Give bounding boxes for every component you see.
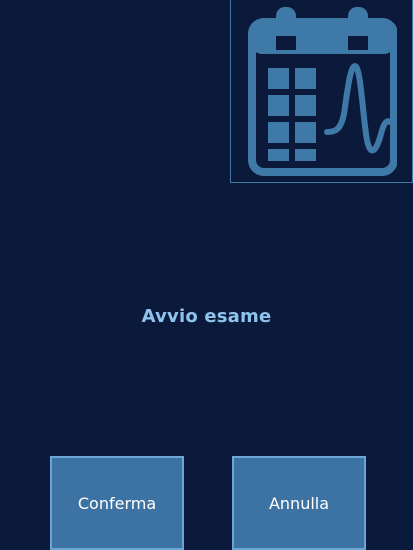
status-message: Avvio esame <box>141 306 272 327</box>
calendar-waveform-icon <box>248 7 397 176</box>
cancel-button[interactable]: Annulla <box>232 456 366 550</box>
confirm-button[interactable]: Conferma <box>50 456 184 550</box>
exam-icon-tile <box>230 0 413 183</box>
